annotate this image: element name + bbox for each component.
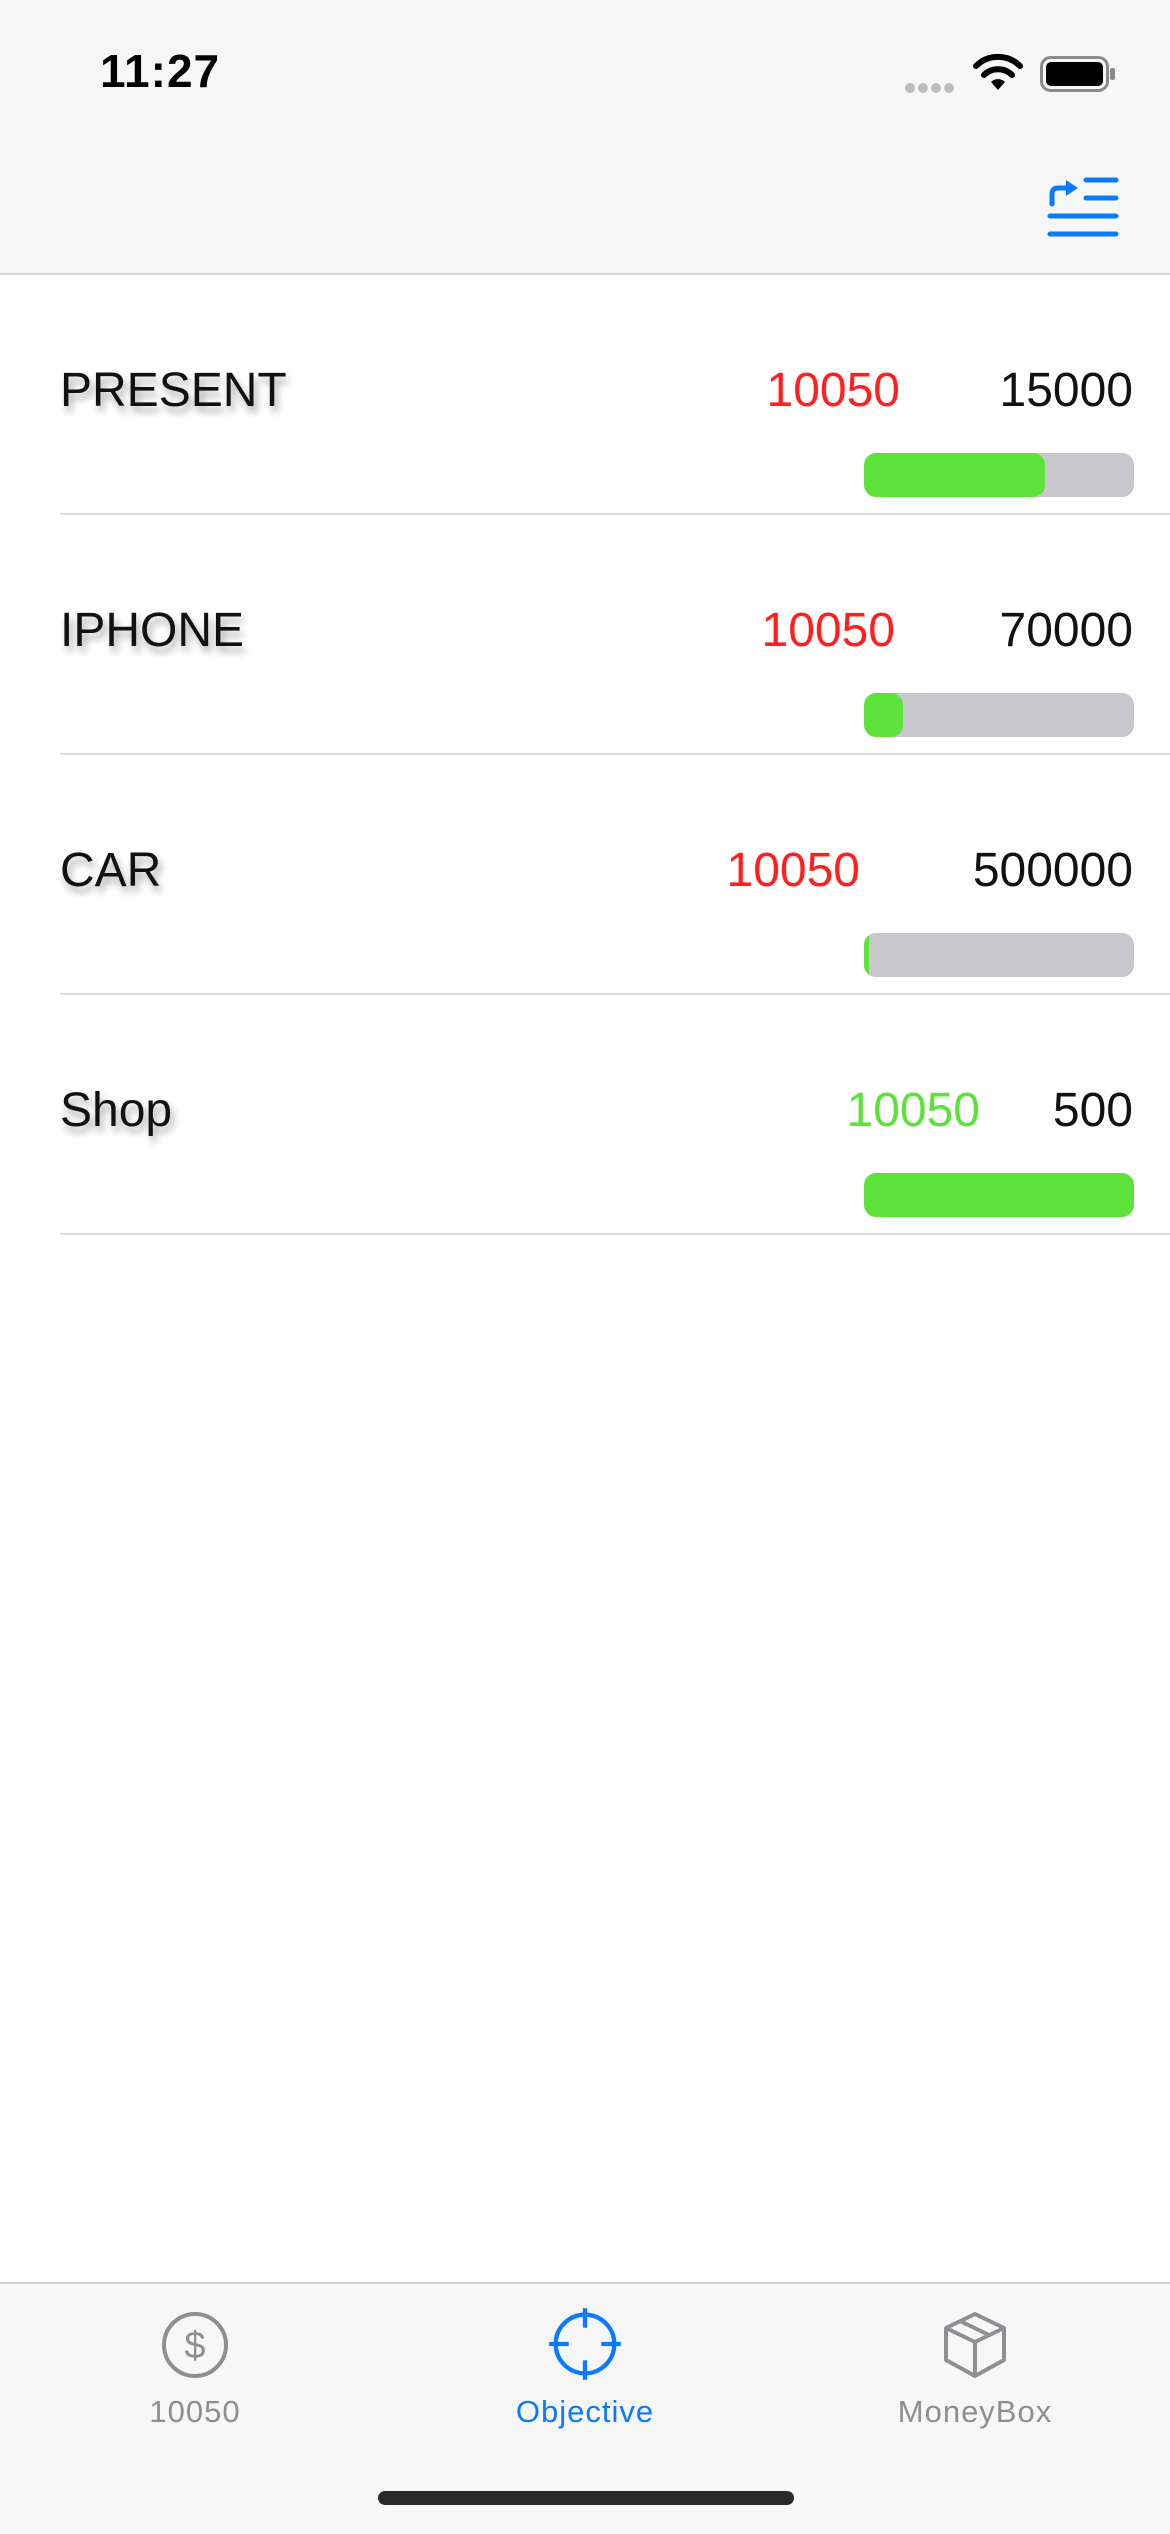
tab-label: MoneyBox [897, 2394, 1053, 2429]
goal-row[interactable]: IPHONE 10050 70000 [60, 515, 1170, 755]
goal-row[interactable]: CAR 10050 500000 [60, 755, 1170, 995]
reorder-list-button[interactable] [1046, 174, 1120, 240]
goal-name: Shop [60, 1084, 173, 1137]
goal-current-amount: 10050 [766, 364, 900, 417]
goal-progress-fill [864, 693, 903, 737]
goal-progress-fill [864, 933, 870, 977]
goal-target-amount: 500000 [972, 844, 1133, 897]
goal-name: PRESENT [60, 364, 287, 417]
crosshair-icon [549, 2308, 621, 2380]
goal-progress-bar [864, 693, 1134, 737]
box-icon [944, 2312, 1006, 2378]
goal-row[interactable]: Shop 10050 500 [60, 995, 1170, 1235]
svg-text:$: $ [184, 2325, 205, 2367]
goal-current-amount: 10050 [761, 604, 895, 657]
tab-label: 10050 [149, 2394, 241, 2429]
goal-progress-fill [864, 1173, 1134, 1217]
goal-current-amount: 10050 [846, 1084, 980, 1137]
tab-objective[interactable]: Objective [390, 2284, 780, 2454]
dollar-circle-icon: $ [162, 2312, 228, 2378]
goal-name: IPHONE [60, 604, 245, 657]
goal-target-amount: 500 [1052, 1084, 1133, 1137]
status-time: 11:27 [100, 45, 221, 97]
cellular-signal-icon [905, 80, 957, 98]
home-indicator [378, 2491, 794, 2505]
goal-list: PRESENT 10050 15000 IPHONE 10050 70000 CAR 1005… [0, 275, 1170, 1235]
goal-progress-bar [864, 1173, 1134, 1217]
goal-progress-bar [864, 453, 1134, 497]
goal-name: CAR [60, 844, 162, 897]
list-indent-icon [1047, 177, 1119, 237]
tab-moneybox[interactable]: MoneyBox [780, 2284, 1170, 2454]
goal-target-amount: 15000 [999, 364, 1133, 417]
goal-current-amount: 10050 [726, 844, 860, 897]
goal-row[interactable]: PRESENT 10050 15000 [60, 275, 1170, 515]
battery-icon [1040, 56, 1115, 92]
goal-progress-bar [864, 933, 1134, 977]
tab-label: Objective [515, 2394, 655, 2429]
tab-balance[interactable]: $ 10050 [0, 2284, 390, 2454]
goal-target-amount: 70000 [999, 604, 1133, 657]
navigation-bar [0, 140, 1170, 275]
status-bar: 11:27 [0, 0, 1170, 140]
wifi-icon [973, 53, 1023, 90]
goal-progress-fill [864, 453, 1045, 497]
